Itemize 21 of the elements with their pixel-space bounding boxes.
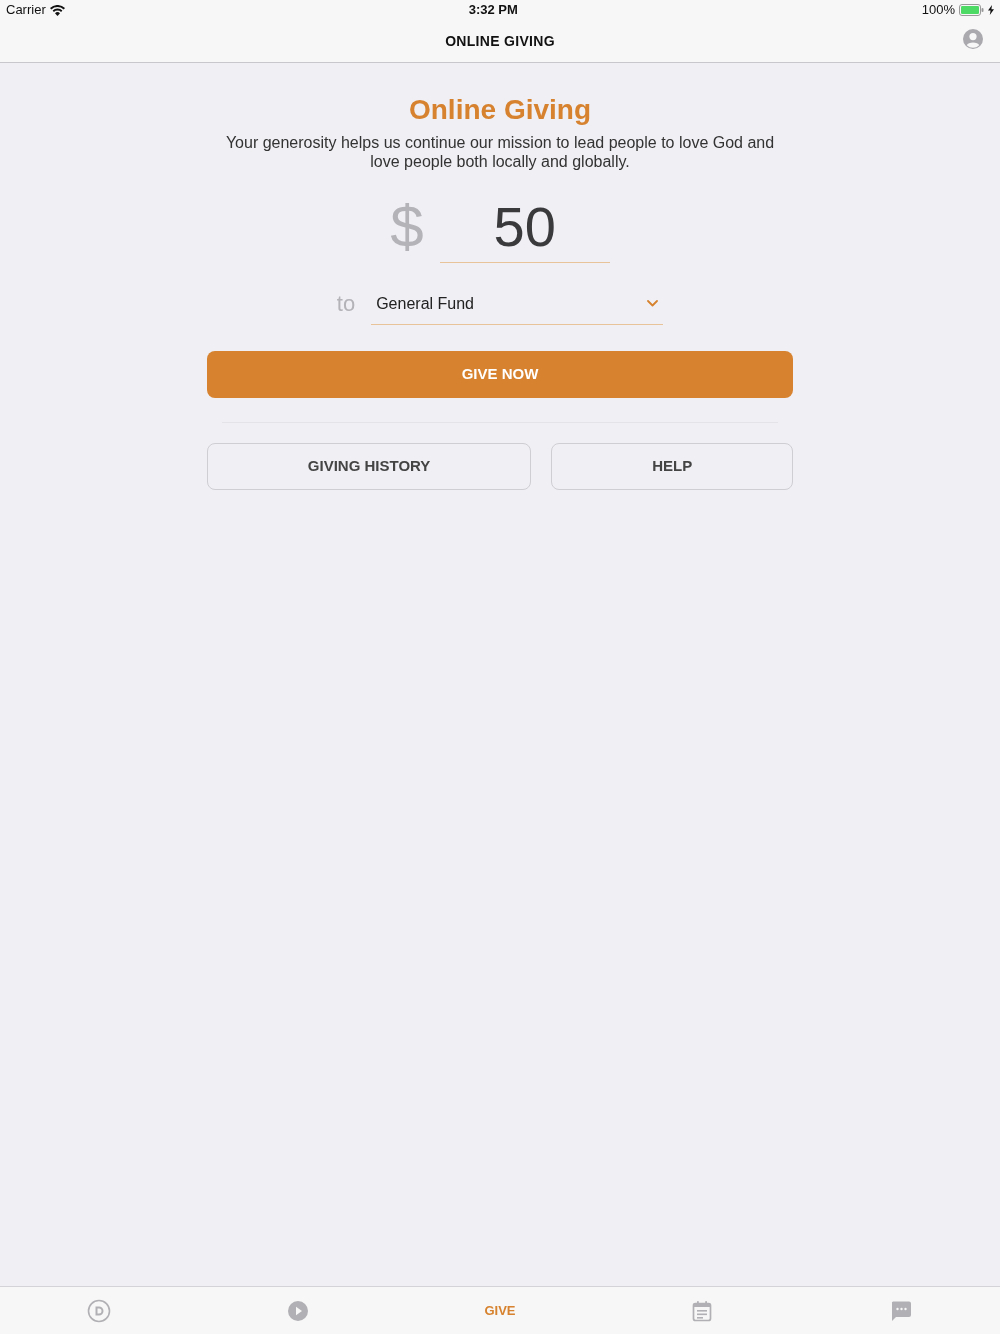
circle-logo-icon [87,1298,112,1323]
chevron-down-icon [647,300,659,307]
wifi-icon [49,4,65,16]
description-text: Your generosity helps us continue our mission to lead people to love God and love people both locally and globally. [224,133,776,171]
clock-text: 3:32 PM [468,1,518,20]
to-label: to [336,291,356,318]
secondary-button[interactable]: GIVING HISTORY [207,443,532,490]
profile-icon[interactable] [963,29,983,49]
tab-bar-item[interactable] [285,1298,310,1323]
tab-bar-item[interactable] [87,1298,112,1323]
amount-field[interactable]: 50 [439,191,610,263]
charging-bolt-icon [988,5,994,15]
battery-percent-text: 100% [921,1,955,20]
battery-icon [959,4,984,16]
secondary-button[interactable]: HELP [551,443,793,490]
fund-select[interactable]: General Fund [371,283,664,325]
page-title: ONLINE GIVING [445,31,555,51]
play-icon [285,1298,310,1323]
carrier-text: Carrier [6,1,46,20]
currency-symbol: $ [390,195,424,259]
page-heading: Online Giving [408,93,592,127]
